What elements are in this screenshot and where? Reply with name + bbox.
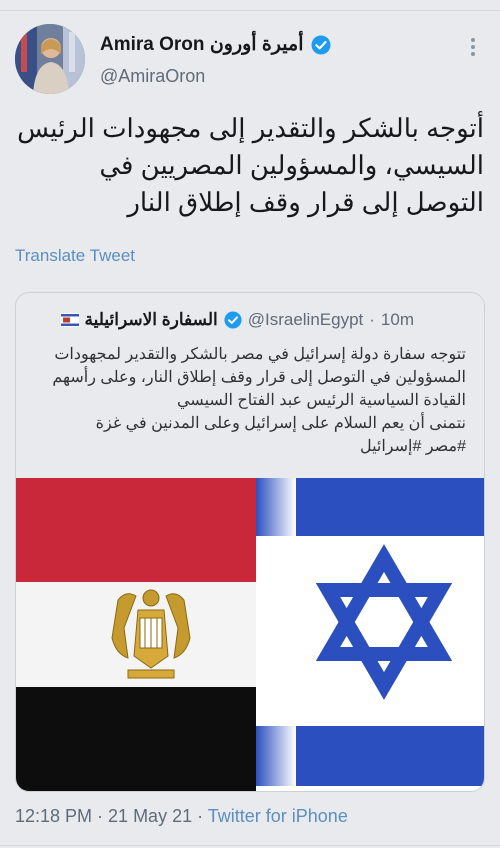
tweet-text: أتوجه بالشكر والتقدير إلى مجهودات الرئيس… [17,113,484,217]
avatar[interactable] [15,24,85,94]
top-divider [0,0,500,11]
quoted-display-name[interactable]: السفارة الاسرائيلية [85,310,218,330]
translate-tweet-link[interactable]: Translate Tweet [15,246,135,266]
quoted-hashtags[interactable]: #مصر #إسرائيل [26,435,466,458]
author-handle[interactable]: @AmiraOron [100,66,205,87]
author-name-row[interactable]: Amira Oron أميرة أورون [100,33,331,56]
tweet-timestamp[interactable]: 12:18 PM · 21 May 21 · [15,806,208,826]
tweet-source-link[interactable]: Twitter for iPhone [208,806,348,826]
quoted-text-line: تتوجه سفارة دولة إسرائيل في مصر بالشكر و… [54,346,466,363]
flag-emblem-icon [60,313,79,327]
verified-badge-icon [311,35,331,54]
quoted-time: 10m [380,310,414,329]
quoted-tweet-header: السفارة الاسرائيلية @IsraelinEgypt · 10m [60,309,414,331]
quoted-handle[interactable]: @IsraelinEgypt [248,310,364,330]
bottom-divider [0,845,500,846]
more-options-icon[interactable] [466,38,480,60]
avatar-photo [15,24,85,94]
tweet-footer: 12:18 PM · 21 May 21 · Twitter for iPhon… [15,806,348,827]
quoted-verified-badge-icon [224,311,242,329]
quoted-separator: · [369,310,375,329]
quoted-text-line: المسؤولين في التوصل إلى قرار وقف إطلاق ا… [52,369,466,386]
quoted-tweet-text: تتوجه سفارة دولة إسرائيل في مصر بالشكر و… [26,343,466,458]
quoted-tweet[interactable]: السفارة الاسرائيلية @IsraelinEgypt · 10m… [15,292,485,792]
display-name[interactable]: Amira Oron أميرة أورون [100,33,303,56]
quoted-text-line: نتمنى أن يعم السلام على إسرائيل وعلى الم… [95,415,466,432]
quoted-text-line: القيادة السياسية الرئيس عبد الفتاح السيس… [176,392,466,409]
egypt-israel-flags-image[interactable] [16,478,484,791]
